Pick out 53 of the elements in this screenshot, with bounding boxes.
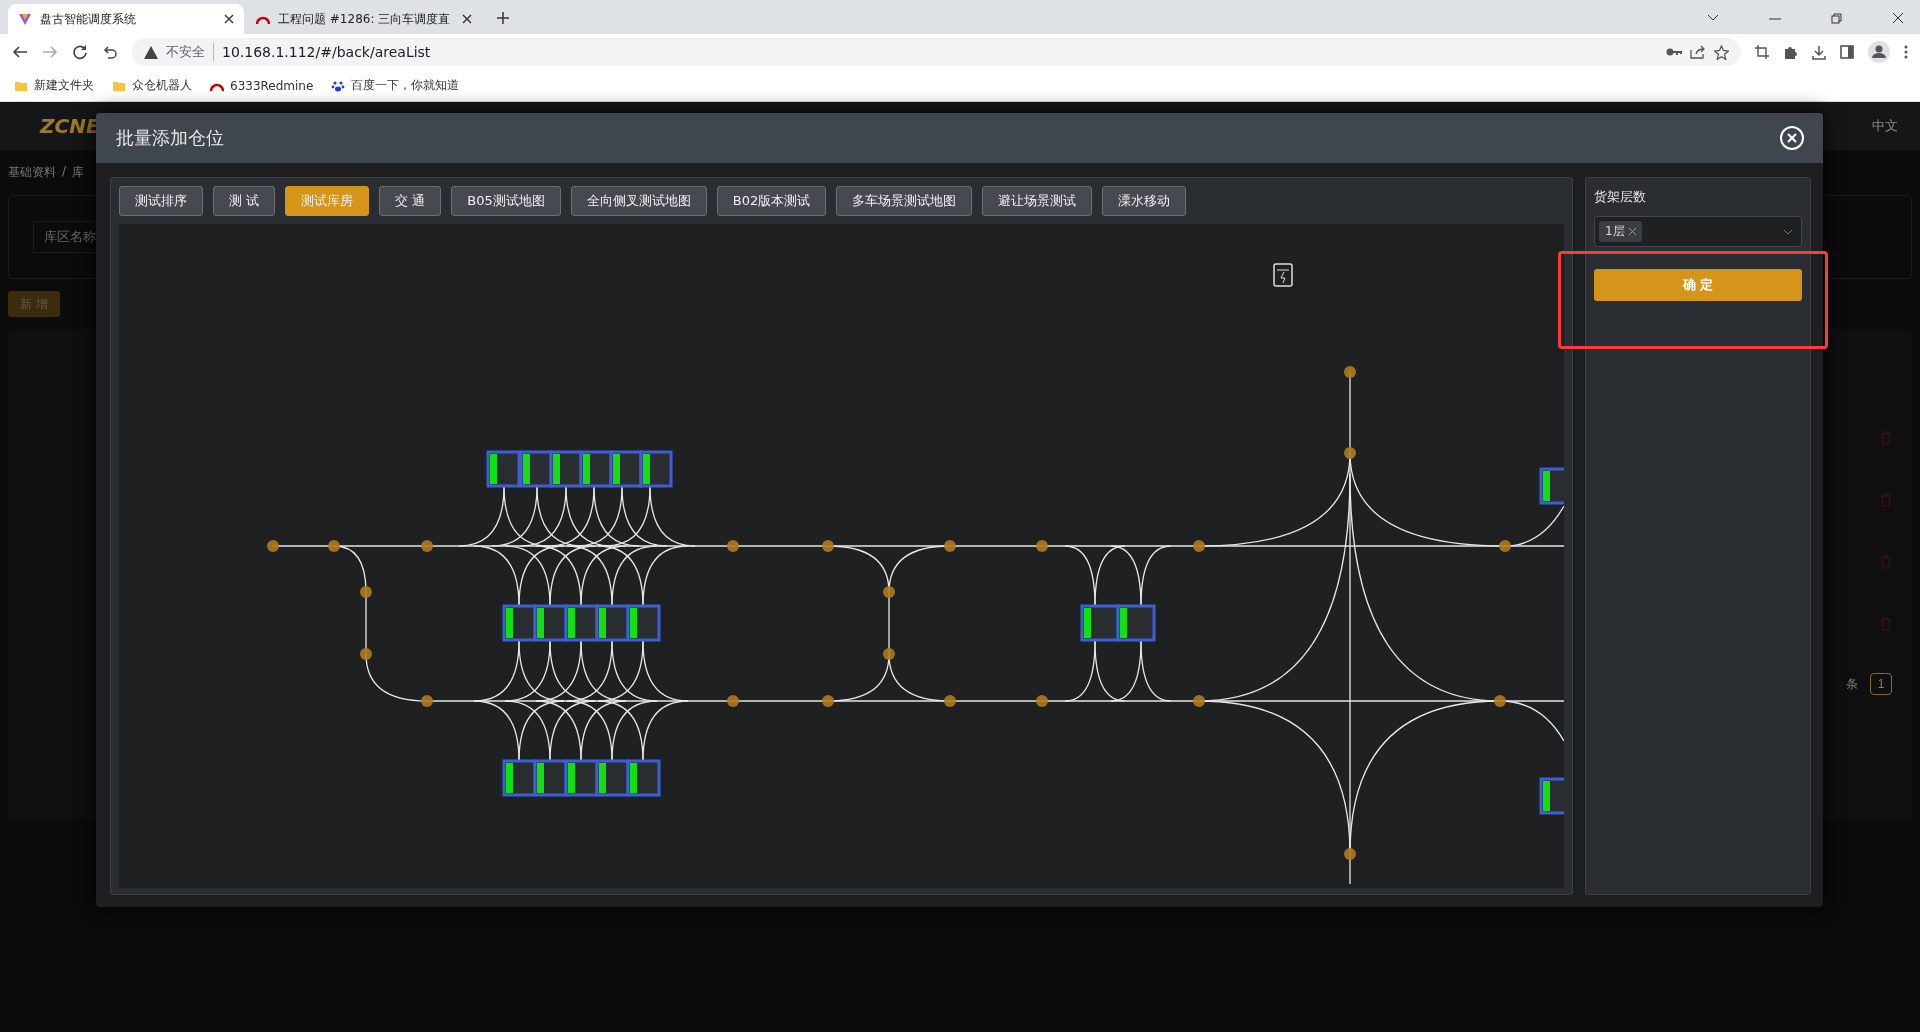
restore-icon[interactable] <box>1831 13 1842 24</box>
map-tab[interactable]: B05测试地图 <box>451 186 561 216</box>
browser-tab[interactable]: 工程问题 #1286: 三向车调度直 <box>246 4 482 34</box>
map-tab[interactable]: 测试排序 <box>119 186 203 216</box>
chevron-down-icon <box>1783 228 1793 235</box>
remove-icon[interactable] <box>1628 228 1636 235</box>
field-label: 货架层数 <box>1594 188 1647 206</box>
address-bar[interactable]: 不安全 10.168.1.112/#/back/areaList <box>132 38 1741 66</box>
dialog-title: 批量添加仓位 <box>116 126 224 150</box>
warning-icon <box>144 45 158 59</box>
side-panel-icon[interactable] <box>1840 45 1854 59</box>
tab-title: 盘古智能调度系统 <box>40 10 137 28</box>
level-select[interactable]: 1层 <box>1594 216 1802 247</box>
close-icon[interactable] <box>462 14 472 24</box>
share-icon[interactable] <box>1690 45 1706 59</box>
download-icon[interactable] <box>1812 44 1826 60</box>
logo: ZCNE <box>40 114 100 138</box>
back-icon[interactable] <box>12 44 28 60</box>
bookmark-link[interactable]: 新建文件夹 <box>34 77 94 94</box>
close-icon[interactable] <box>1892 12 1904 24</box>
map-tab[interactable]: 测 试 <box>213 186 276 216</box>
security-label: 不安全 <box>166 43 214 61</box>
level-tag: 1层 <box>1599 221 1642 242</box>
breadcrumb-item[interactable]: 库 <box>72 164 85 181</box>
logo-icon <box>18 12 32 26</box>
undo-icon[interactable] <box>102 44 118 60</box>
profile-icon[interactable] <box>1868 41 1890 63</box>
total-count: 条 <box>1846 675 1858 693</box>
browser-tab[interactable]: 盘古智能调度系统 <box>8 4 244 34</box>
tab-title: 工程问题 #1286: 三向车调度直 <box>278 10 452 28</box>
star-icon[interactable] <box>1714 44 1729 60</box>
breadcrumb-item[interactable]: 基础资料 <box>8 164 56 181</box>
chevron-down-icon[interactable] <box>1707 14 1719 22</box>
map-tab[interactable]: B02版本测试 <box>716 186 827 216</box>
puzzle-icon[interactable] <box>1783 44 1798 60</box>
more-icon[interactable] <box>1904 45 1908 59</box>
map-tab[interactable]: 交 通 <box>379 186 442 216</box>
map-tab[interactable]: 多车场景测试地图 <box>836 186 973 216</box>
language-label: 中文 <box>1872 117 1898 135</box>
breadcrumb-separator: / <box>62 164 67 180</box>
close-icon[interactable] <box>224 14 234 24</box>
map-tab[interactable]: 全向侧叉测试地图 <box>570 186 707 216</box>
reload-icon[interactable] <box>72 44 88 60</box>
plus-icon[interactable] <box>496 11 510 25</box>
bookmark-link[interactable]: 6333Redmine <box>230 78 314 93</box>
key-icon[interactable] <box>1666 47 1682 57</box>
url-text: 10.168.1.112/#/back/areaList <box>222 44 431 60</box>
bookmark-link[interactable]: 百度一下，你就知道 <box>351 77 460 94</box>
page-number[interactable]: 1 <box>1870 673 1892 695</box>
bookmark-link[interactable]: 众仓机器人 <box>132 77 192 94</box>
crop-icon[interactable] <box>1755 45 1769 59</box>
map-tab[interactable]: 避让场景测试 <box>982 186 1093 216</box>
map-tab[interactable]: 溧水移动 <box>1102 186 1187 216</box>
